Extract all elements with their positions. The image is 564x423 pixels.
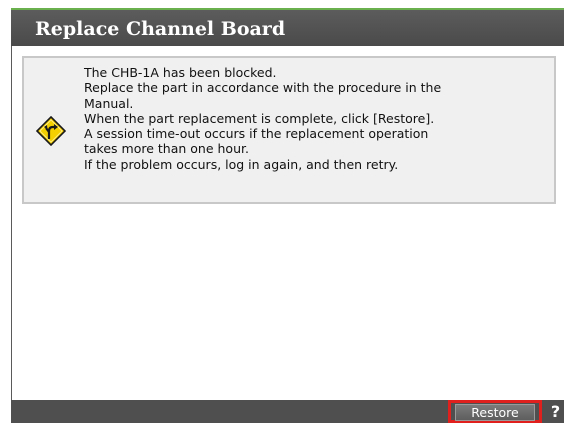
replace-channel-board-dialog: Replace Channel Board The CHB-1A has bee… — [11, 8, 564, 423]
message-line: If the problem occurs, log in again, and… — [84, 156, 399, 172]
warning-message-box: The CHB-1A has been blocked. Replace the… — [22, 56, 556, 204]
message-line: The CHB-1A has been blocked. — [84, 65, 277, 80]
message-line: When the part replacement is complete, c… — [84, 110, 435, 126]
dialog-title: Replace Channel Board — [35, 18, 286, 40]
dialog-title-bar: Replace Channel Board — [11, 8, 564, 46]
message-line: A session time-out occurs if the replace… — [84, 126, 429, 142]
dialog-footer: Restore ? — [11, 400, 564, 423]
restore-button[interactable]: Restore — [455, 404, 535, 421]
dialog-content: The CHB-1A has been blocked. Replace the… — [11, 46, 564, 400]
message-line: Manual. — [84, 95, 134, 111]
message-text: The CHB-1A has been blocked. Replace the… — [84, 65, 554, 172]
help-button[interactable]: ? — [547, 402, 564, 422]
message-line: Replace the part in accordance with the … — [84, 80, 442, 96]
warning-diamond-icon — [36, 116, 66, 146]
message-line: takes more than one hour. — [84, 141, 249, 157]
